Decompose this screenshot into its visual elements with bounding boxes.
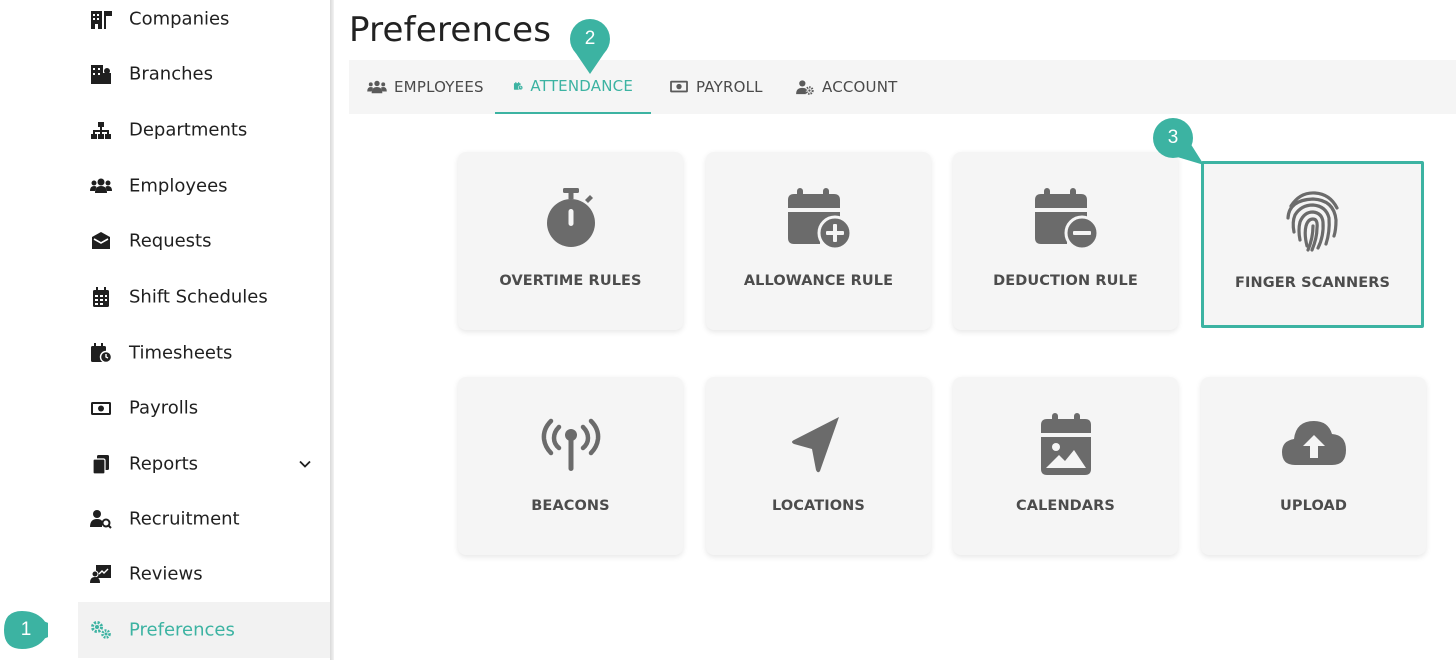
tab-employees[interactable]: EMPLOYEES — [349, 60, 502, 114]
sidebar-item-label: Departments — [129, 119, 248, 141]
card-finger-scanners[interactable]: FINGER SCANNERS — [1201, 161, 1424, 328]
location-arrow-icon — [791, 417, 839, 473]
cloud-upload-icon — [1281, 421, 1346, 465]
sidebar-item-preferences[interactable]: Preferences — [78, 602, 332, 658]
page-title: Preferences — [349, 10, 552, 50]
card-label: CALENDARS — [1016, 498, 1115, 514]
sidebar-item-label: Companies — [129, 8, 230, 30]
card-locations[interactable]: LOCATIONS — [706, 377, 931, 555]
card-label: OVERTIME RULES — [499, 273, 642, 289]
sidebar-item-reports[interactable]: Reports — [78, 436, 332, 492]
sidebar-item-payrolls[interactable]: Payrolls — [78, 380, 332, 436]
tab-label: PAYROLL — [696, 78, 763, 96]
sidebar-item-reviews[interactable]: Reviews — [78, 546, 332, 602]
sidebar-item-label: Shift Schedules — [129, 286, 268, 308]
card-label: DEDUCTION RULE — [993, 273, 1138, 289]
copy-icon — [92, 455, 109, 475]
tab-payroll[interactable]: PAYROLL — [651, 60, 781, 114]
sidebar-item-departments[interactable]: Departments — [78, 102, 332, 158]
money-bill-icon — [670, 80, 688, 93]
user-search-icon — [90, 510, 112, 529]
calendar-image-icon — [1040, 413, 1091, 475]
card-label: ALLOWANCE RULE — [743, 273, 894, 289]
tab-bar: EMPLOYEES ATTENDANCE PAYROLL ACCOUNT — [349, 60, 1456, 114]
calendar-clock-icon — [91, 343, 112, 364]
card-label: FINGER SCANNERS — [1234, 275, 1391, 291]
callout-number: 3 — [1167, 127, 1179, 148]
building-flag-icon — [91, 11, 112, 29]
card-allowance-rule[interactable]: ALLOWANCE RULE — [706, 152, 931, 330]
sitemap-icon — [91, 122, 111, 139]
sidebar-item-label: Reports — [129, 453, 199, 475]
sidebar-divider — [330, 0, 334, 660]
tab-label: ATTENDANCE — [530, 77, 633, 95]
users-icon — [367, 80, 387, 94]
calendar-clock-icon — [513, 81, 524, 91]
card-label: UPLOAD — [1280, 498, 1347, 514]
card-label: LOCATIONS — [772, 498, 865, 514]
callout-marker-2: 2 — [567, 16, 613, 76]
card-beacons[interactable]: BEACONS — [458, 377, 683, 555]
tab-label: EMPLOYEES — [394, 78, 484, 96]
tower-broadcast-icon — [541, 418, 600, 471]
sidebar-item-label: Employees — [129, 175, 228, 197]
tab-label: ACCOUNT — [822, 78, 898, 96]
card-overtime-rules[interactable]: OVERTIME RULES — [458, 152, 683, 330]
money-bill-icon — [91, 402, 111, 415]
sidebar-item-label: Timesheets — [129, 342, 233, 364]
sidebar-item-label: Preferences — [129, 619, 235, 641]
sidebar-item-timesheets[interactable]: Timesheets — [78, 325, 332, 381]
sidebar-item-label: Reviews — [129, 563, 203, 585]
stopwatch-icon — [546, 188, 595, 247]
sidebar-item-label: Requests — [129, 230, 212, 252]
sidebar-item-label: Payrolls — [129, 397, 199, 419]
sidebar-item-shift-schedules[interactable]: Shift Schedules — [78, 269, 332, 325]
calendar-plus-icon — [787, 188, 852, 251]
sidebar-item-requests[interactable]: Requests — [78, 213, 332, 269]
user-gear-icon — [796, 80, 814, 95]
callout-number: 1 — [20, 619, 32, 640]
card-calendars[interactable]: CALENDARS — [953, 377, 1178, 555]
sidebar-item-branches[interactable]: Branches — [78, 46, 332, 102]
sidebar-item-label: Branches — [129, 63, 213, 85]
sidebar-item-recruitment[interactable]: Recruitment — [78, 491, 332, 547]
sidebar: Companies Branches Departments Employees… — [0, 0, 332, 660]
sidebar-item-companies[interactable]: Companies — [78, 0, 332, 47]
gears-icon — [91, 621, 111, 639]
sidebar-item-label: Recruitment — [129, 508, 240, 530]
callout-marker-1: 1 — [2, 607, 66, 653]
envelope-open-icon — [92, 232, 110, 249]
calendar-minus-icon — [1034, 188, 1099, 251]
callout-marker-3: 3 — [1150, 115, 1210, 165]
callout-number: 2 — [584, 28, 596, 49]
calendar-grid-icon — [93, 287, 109, 307]
card-deduction-rule[interactable]: DEDUCTION RULE — [953, 152, 1178, 330]
fingerprint-icon — [1285, 191, 1339, 252]
chalkboard-user-icon — [90, 565, 111, 583]
card-upload[interactable]: UPLOAD — [1201, 377, 1426, 555]
chevron-down-icon[interactable] — [298, 457, 312, 471]
sidebar-item-employees[interactable]: Employees — [78, 158, 332, 214]
tab-account[interactable]: ACCOUNT — [777, 60, 916, 114]
users-icon — [90, 178, 112, 193]
city-icon — [91, 65, 111, 84]
card-label: BEACONS — [531, 498, 610, 514]
